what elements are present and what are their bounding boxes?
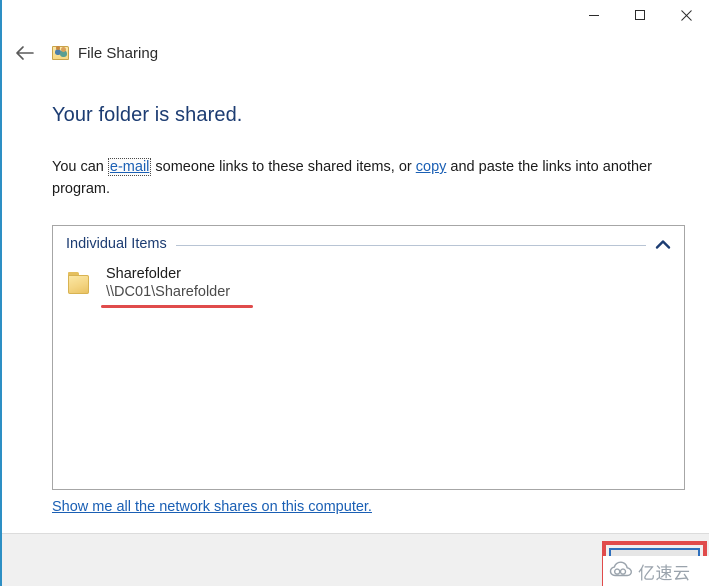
intro-text-part1: You can xyxy=(52,159,108,175)
red-underline-annotation xyxy=(101,305,253,308)
folder-icon xyxy=(65,268,97,300)
close-button[interactable] xyxy=(663,0,709,30)
copy-link[interactable]: copy xyxy=(416,159,447,175)
page-title: Your folder is shared. xyxy=(52,104,243,126)
individual-items-panel: Individual Items Sharefolder \\DC01\Shar… xyxy=(52,225,685,490)
panel-header-label: Individual Items xyxy=(66,236,167,252)
chevron-up-icon[interactable] xyxy=(655,239,671,250)
file-sharing-folder-icon xyxy=(52,44,70,62)
watermark: 亿速云 xyxy=(603,556,709,586)
file-sharing-window: File Sharing Your folder is shared. You … xyxy=(0,0,709,586)
email-link[interactable]: e-mail xyxy=(107,158,152,176)
content-area: Your folder is shared. You can e-mail so… xyxy=(2,80,709,532)
app-title: File Sharing xyxy=(78,44,159,62)
navigation-row: File Sharing xyxy=(2,38,158,68)
back-arrow-icon[interactable] xyxy=(8,38,42,68)
watermark-text: 亿速云 xyxy=(638,563,691,584)
list-item-path: \\DC01\Sharefolder xyxy=(106,284,231,300)
list-item-name: Sharefolder xyxy=(106,266,181,282)
panel-header: Individual Items xyxy=(53,226,684,252)
list-item[interactable]: Sharefolder \\DC01\Sharefolder xyxy=(53,261,684,308)
minimize-button[interactable] xyxy=(571,0,617,30)
intro-text-part2: someone links to these shared items, or xyxy=(151,159,416,175)
shared-item-list: Sharefolder \\DC01\Sharefolder xyxy=(53,252,684,308)
cloud-logo-icon xyxy=(609,559,633,584)
list-item-text: Sharefolder \\DC01\Sharefolder xyxy=(101,265,253,308)
title-bar xyxy=(2,0,709,34)
maximize-button[interactable] xyxy=(617,0,663,30)
panel-header-rule xyxy=(175,244,646,246)
show-network-shares-link[interactable]: Show me all the network shares on this c… xyxy=(52,499,372,515)
intro-text: You can e-mail someone links to these sh… xyxy=(52,156,667,200)
